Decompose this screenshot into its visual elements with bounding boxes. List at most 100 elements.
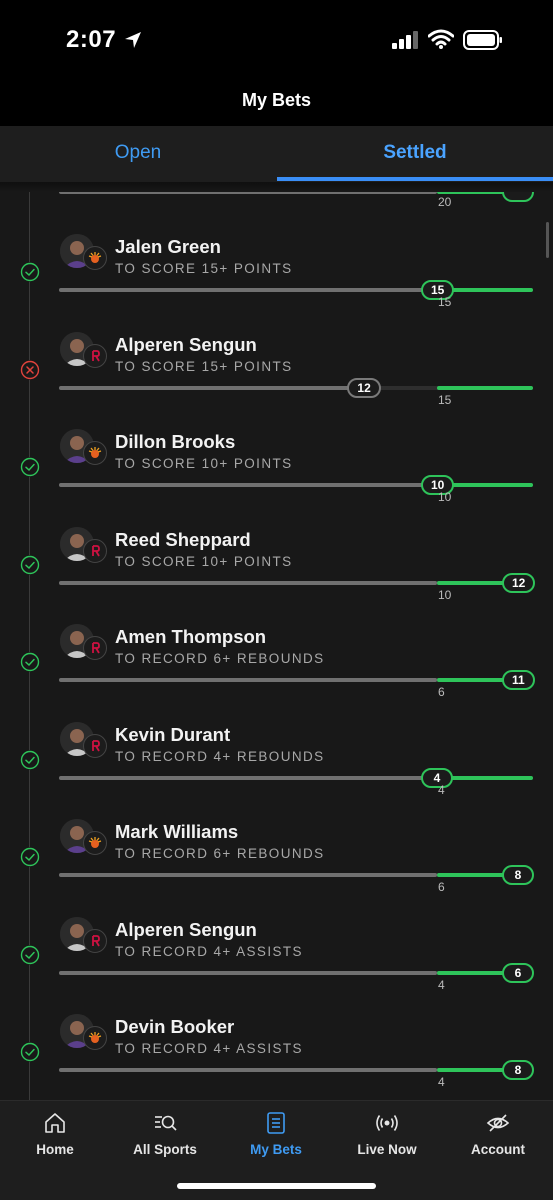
all-sports-search-icon	[155, 1115, 177, 1131]
bet-description: TO SCORE 15+ POINTS	[115, 358, 293, 374]
won-check-icon	[20, 944, 40, 965]
bet-description: TO RECORD 6+ REBOUNDS	[115, 651, 325, 666]
actual-value-pill: 12	[502, 572, 536, 593]
player-name: Amen Thompson	[115, 626, 267, 647]
actual-value-pill: 8	[502, 865, 534, 885]
suns-logo-icon	[83, 1026, 107, 1050]
threshold-label: 4	[438, 977, 445, 992]
rockets-logo-icon	[83, 733, 107, 758]
won-check-icon	[20, 652, 40, 672]
lost-x-icon	[20, 359, 40, 380]
list-top-shadow	[0, 182, 553, 192]
location-arrow-icon	[125, 32, 141, 48]
wifi-icon	[428, 29, 454, 49]
won-check-icon	[20, 1042, 40, 1062]
won-check-icon	[20, 262, 40, 282]
home-indicator[interactable]	[177, 1183, 376, 1189]
player-name: Devin Booker	[115, 1016, 235, 1037]
status-bar: 2:07	[0, 0, 553, 80]
nav-label-account: Account	[471, 1142, 525, 1157]
actual-value-pill: 11	[502, 670, 535, 690]
bet-description: TO SCORE 10+ POINTS	[115, 553, 293, 569]
nav-account[interactable]: Account	[443, 1101, 553, 1173]
won-check-icon	[20, 457, 40, 477]
threshold-label: 20	[438, 195, 452, 209]
actual-value-pill: 4	[421, 767, 453, 788]
bet-leg-row[interactable]: Jalen Green TO SCORE 15+ POINTS 15 15	[0, 224, 553, 321]
actual-value-pill: 12	[347, 377, 381, 398]
suns-logo-icon	[83, 246, 107, 270]
player-name: Dillon Brooks	[115, 431, 236, 452]
bet-description: TO SCORE 15+ POINTS	[115, 261, 293, 276]
bet-leg-row[interactable]: Alperen Sengun TO RECORD 4+ ASSISTS 6 4	[0, 907, 553, 1004]
player-name: Jalen Green	[115, 236, 221, 257]
nav-label-live-now: Live Now	[357, 1142, 417, 1157]
account-icon	[486, 1114, 510, 1132]
nav-all-sports[interactable]: All Sports	[110, 1101, 220, 1173]
bet-leg-row[interactable]: Mark Williams TO RECORD 6+ REBOUNDS 8 6	[0, 809, 553, 906]
tab-open[interactable]: Open	[0, 126, 276, 182]
nav-label-all-sports: All Sports	[133, 1142, 197, 1157]
progress-bar-fill	[59, 678, 437, 682]
battery-icon	[463, 30, 502, 50]
nav-home[interactable]: Home	[0, 1101, 110, 1173]
threshold-label: 6	[438, 880, 445, 894]
live-broadcast-icon	[376, 1115, 398, 1131]
suns-logo-icon	[83, 441, 107, 465]
player-name: Kevin Durant	[115, 723, 231, 745]
settled-bet-legs-list[interactable]: 20 Jalen Green TO SCORE 15+ POINTS 15 15 Alp…	[0, 182, 553, 1100]
bet-slip-icon	[267, 1112, 285, 1134]
rockets-logo-icon	[83, 636, 107, 660]
tab-settled[interactable]: Settled	[277, 126, 553, 182]
progress-bar-threshold-segment	[437, 385, 533, 390]
progress-bar-fill	[59, 288, 437, 292]
nav-my-bets[interactable]: My Bets	[221, 1101, 331, 1173]
player-name: Alperen Sengun	[115, 918, 257, 940]
bet-leg-row[interactable]: Devin Booker TO RECORD 4+ ASSISTS 8 4	[0, 1004, 553, 1100]
progress-bar-fill	[59, 483, 437, 487]
actual-value-pill: 6	[502, 962, 534, 983]
actual-value-pill: 8	[502, 1060, 534, 1080]
threshold-label: 4	[438, 782, 445, 797]
bet-leg-row[interactable]: Dillon Brooks TO SCORE 10+ POINTS 10 10	[0, 419, 553, 516]
progress-bar-fill	[59, 1068, 437, 1072]
player-name: Alperen Sengun	[115, 333, 257, 355]
progress-bar-fill	[59, 580, 437, 585]
page-title: My Bets	[0, 80, 553, 126]
threshold-label: 4	[438, 1075, 445, 1089]
bets-tab-bar: Open Settled	[0, 126, 553, 182]
bet-leg-row[interactable]: Kevin Durant TO RECORD 4+ REBOUNDS 4 4	[0, 712, 553, 809]
rockets-logo-icon	[83, 343, 107, 368]
threshold-label: 10	[438, 587, 452, 602]
threshold-label: 6	[438, 685, 445, 699]
active-tab-indicator	[277, 177, 553, 181]
bet-description: TO SCORE 10+ POINTS	[115, 456, 293, 471]
player-name: Reed Sheppard	[115, 528, 251, 550]
bet-leg-row[interactable]: Amen Thompson TO RECORD 6+ REBOUNDS 11 6	[0, 614, 553, 711]
bet-description: TO RECORD 4+ REBOUNDS	[115, 748, 325, 764]
threshold-label: 15	[438, 295, 452, 309]
progress-bar-fill	[59, 970, 437, 975]
bet-description: TO RECORD 6+ REBOUNDS	[115, 846, 325, 861]
bet-leg-row[interactable]: Alperen Sengun TO SCORE 15+ POINTS 12 15	[0, 322, 553, 419]
bet-description: TO RECORD 4+ ASSISTS	[115, 943, 303, 959]
progress-bar-fill	[59, 775, 437, 780]
nav-label-my-bets: My Bets	[250, 1142, 302, 1157]
nav-live-now[interactable]: Live Now	[332, 1101, 442, 1173]
progress-bar-fill	[59, 385, 362, 390]
rockets-logo-icon	[83, 928, 107, 953]
rockets-logo-icon	[83, 538, 107, 563]
threshold-label: 15	[438, 392, 452, 407]
progress-bar-fill	[59, 873, 437, 877]
bet-leg-row[interactable]: Reed Sheppard TO SCORE 10+ POINTS 12 10	[0, 517, 553, 614]
threshold-label: 10	[438, 490, 452, 504]
status-time: 2:07	[66, 26, 117, 53]
home-icon	[45, 1113, 65, 1133]
suns-logo-icon	[83, 831, 107, 855]
won-check-icon	[20, 554, 40, 575]
bet-description: TO RECORD 4+ ASSISTS	[115, 1041, 303, 1056]
player-name: Mark Williams	[115, 821, 239, 842]
cellular-signal-icon	[392, 31, 418, 49]
won-check-icon	[20, 749, 40, 770]
nav-label-home: Home	[36, 1142, 74, 1157]
